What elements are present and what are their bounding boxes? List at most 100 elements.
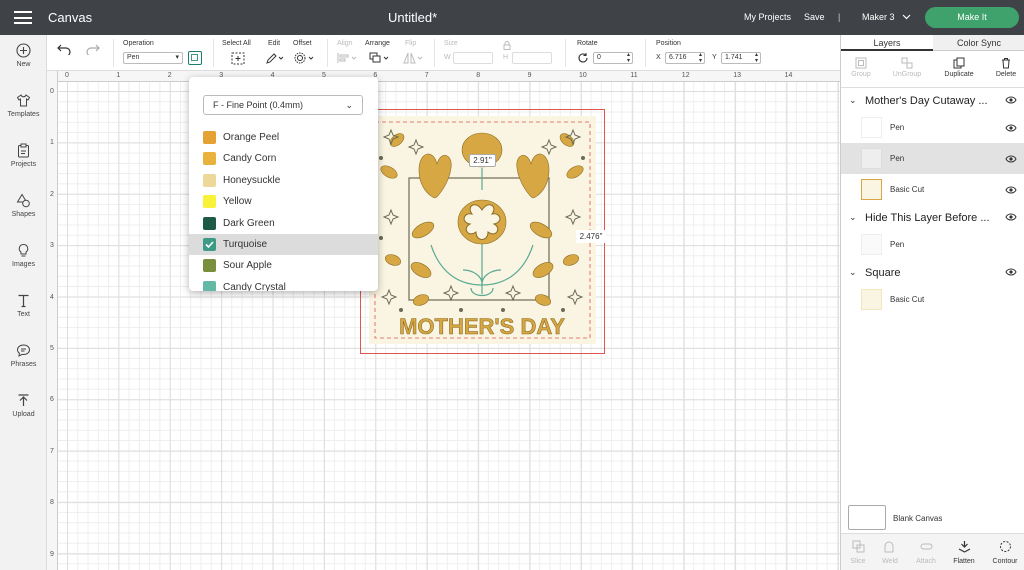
eye-icon[interactable] <box>1005 268 1017 276</box>
layer-row[interactable]: Pen <box>841 143 1024 174</box>
y-label: Y <box>712 54 717 61</box>
slice-button[interactable]: Slice <box>843 558 873 565</box>
align-icon[interactable] <box>337 52 359 66</box>
sidebar-item-images[interactable]: Images <box>0 243 47 268</box>
operation-select[interactable]: Pen ▾ <box>123 52 183 64</box>
layer-thumbnail <box>861 148 882 169</box>
eye-icon[interactable] <box>1005 155 1017 163</box>
ungroup-button[interactable]: UnGroup <box>887 57 927 78</box>
pen-color-option[interactable]: Candy Crystal <box>189 277 378 291</box>
blank-canvas-label: Blank Canvas <box>893 514 943 523</box>
pen-color-swatch[interactable] <box>188 51 202 65</box>
sidebar-item-text[interactable]: Text <box>0 293 47 318</box>
trash-icon <box>1002 58 1010 69</box>
sidebar-label-projects: Projects <box>10 161 37 168</box>
pen-color-option[interactable]: Turquoise <box>189 234 378 255</box>
undo-icon[interactable] <box>57 43 71 57</box>
save-button[interactable]: Save <box>804 12 825 22</box>
rotate-value: 0 <box>597 54 601 61</box>
ruler-tick-label: 9 <box>50 550 54 558</box>
blank-canvas-swatch[interactable] <box>848 505 886 530</box>
ruler-tick-label: 2 <box>50 190 54 198</box>
color-swatch <box>203 238 216 251</box>
chevron-down-icon[interactable]: ⌄ <box>849 95 857 106</box>
layer-tools-row: Group UnGroup Duplicate Delete <box>841 52 1024 88</box>
redo-icon[interactable] <box>86 43 100 57</box>
stepper-icon[interactable]: ▴ ▾ <box>627 52 630 64</box>
chevron-down-icon[interactable]: ⌄ <box>849 212 857 223</box>
contour-button[interactable]: Contour <box>990 558 1020 565</box>
lock-icon[interactable] <box>503 41 511 52</box>
ruler-tick-label: 4 <box>50 293 54 301</box>
make-it-button[interactable]: Make It <box>925 7 1019 28</box>
layer-row[interactable]: Basic Cut <box>841 284 1024 315</box>
pen-color-option[interactable]: Sour Apple <box>189 255 378 276</box>
color-swatch <box>203 152 216 166</box>
pen-color-option[interactable]: Honeysuckle <box>189 170 378 191</box>
eye-icon[interactable] <box>1005 186 1017 194</box>
eye-icon[interactable] <box>1005 213 1017 221</box>
eye-icon[interactable] <box>1005 96 1017 104</box>
attach-button[interactable]: Attach <box>911 558 941 565</box>
sidebar-item-new[interactable]: New <box>0 43 47 68</box>
chevron-down-icon[interactable] <box>902 12 911 22</box>
weld-label: Weld <box>882 558 898 565</box>
layer-group-header[interactable]: ⌄ Mother's Day Cutaway ... <box>841 90 1024 112</box>
tab-color-sync[interactable]: Color Sync <box>933 35 1024 51</box>
app-title: Canvas <box>48 10 93 25</box>
pen-type-select[interactable]: F - Fine Point (0.4mm) ⌄ <box>203 95 363 115</box>
height-input[interactable] <box>512 52 552 64</box>
stepper-icon[interactable]: ▴ ▾ <box>755 52 758 64</box>
document-title[interactable]: Untitled* <box>388 10 437 25</box>
tab-layers[interactable]: Layers <box>841 35 933 51</box>
hamburger-menu-icon[interactable] <box>14 11 32 24</box>
weld-button[interactable]: Weld <box>875 558 905 565</box>
y-position-input[interactable]: 1.741 ▴ ▾ <box>721 52 761 64</box>
x-position-input[interactable]: 6.716 ▴ ▾ <box>665 52 705 64</box>
flip-icon[interactable] <box>403 52 425 66</box>
ruler-tick-label: 13 <box>733 72 741 79</box>
color-swatch <box>203 195 216 209</box>
sidebar-item-templates[interactable]: Templates <box>0 93 47 118</box>
ruler-tick-label: 6 <box>50 396 54 404</box>
sidebar-item-phrases[interactable]: Phrases <box>0 343 47 368</box>
layer-row[interactable]: Pen <box>841 229 1024 260</box>
layer-group-header[interactable]: ⌄ Square <box>841 262 1024 284</box>
color-name: Turquoise <box>223 239 268 250</box>
selected-design[interactable]: MOTHER'S DAY <box>360 109 605 354</box>
eye-icon[interactable] <box>1005 124 1017 132</box>
chevron-down-icon[interactable]: ⌄ <box>849 267 857 278</box>
width-input[interactable] <box>453 52 493 64</box>
group-button[interactable]: Group <box>841 57 881 78</box>
pen-color-option[interactable]: Yellow <box>189 191 378 212</box>
sidebar-label-templates: Templates <box>7 111 40 118</box>
offset-icon[interactable] <box>294 52 316 66</box>
pen-color-option[interactable]: Candy Corn <box>189 148 378 169</box>
layer-group-title: Mother's Day Cutaway ... <box>865 95 988 107</box>
layer-group-header[interactable]: ⌄ Hide This Layer Before ... <box>841 207 1024 229</box>
color-name: Candy Crystal <box>223 281 286 291</box>
color-name: Yellow <box>223 196 252 208</box>
arrange-icon[interactable] <box>369 52 391 66</box>
color-swatch <box>203 173 216 187</box>
rotate-input[interactable]: 0 ▴ ▾ <box>593 52 633 64</box>
flatten-button[interactable]: Flatten <box>949 558 979 565</box>
stepper-icon[interactable]: ▴ ▾ <box>699 52 702 64</box>
pen-color-option[interactable]: Orange Peel <box>189 127 378 148</box>
my-projects-link[interactable]: My Projects <box>744 12 791 22</box>
sidebar-item-shapes[interactable]: Shapes <box>0 193 47 218</box>
pen-color-option[interactable]: Dark Green <box>189 213 378 234</box>
edit-pencil-icon[interactable] <box>265 52 285 66</box>
select-all-icon[interactable] <box>231 52 245 67</box>
sidebar-item-upload[interactable]: Upload <box>0 393 47 418</box>
delete-button[interactable]: Delete <box>986 57 1024 78</box>
weld-icon <box>884 541 894 553</box>
layer-row[interactable]: Pen <box>841 112 1024 143</box>
top-bar: Canvas Untitled* My Projects Save | Make… <box>0 0 1024 35</box>
machine-selector[interactable]: Maker 3 <box>862 12 895 22</box>
contour-label: Contour <box>992 558 1018 565</box>
sidebar-item-projects[interactable]: Projects <box>0 143 47 168</box>
rotate-icon[interactable] <box>577 52 589 66</box>
layer-row[interactable]: Basic Cut <box>841 174 1024 205</box>
duplicate-button[interactable]: Duplicate <box>939 57 979 78</box>
